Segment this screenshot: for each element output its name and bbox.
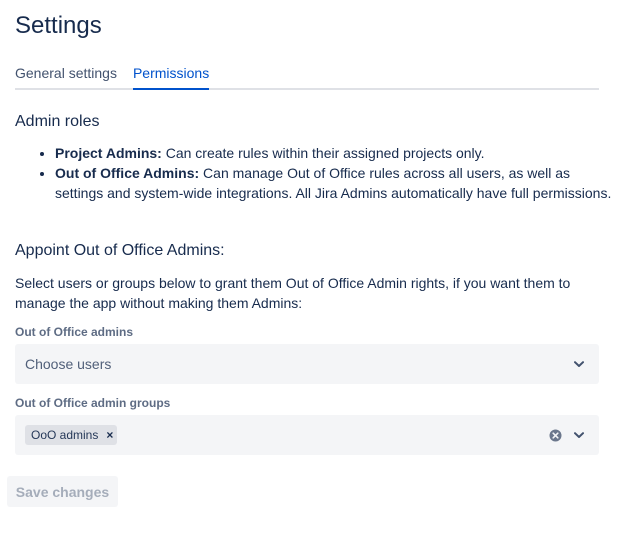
- appoint-description: Select users or groups below to grant th…: [15, 275, 571, 311]
- selected-group-tag: OoO admins ×: [25, 425, 118, 445]
- list-item: Out of Office Admins: Can manage Out of …: [55, 163, 615, 203]
- chevron-down-icon[interactable]: [569, 425, 589, 445]
- appoint-heading: Appoint Out of Office Admins:: [15, 242, 225, 259]
- page-title: Settings: [15, 12, 102, 39]
- admin-roles-heading: Admin roles: [15, 113, 100, 130]
- tag-label: OoO admins: [31, 428, 99, 442]
- admins-select-placeholder: Choose users: [25, 356, 112, 372]
- remove-tag-button[interactable]: ×: [106, 428, 113, 442]
- admin-roles-list: Project Admins: Can create rules within …: [15, 143, 615, 203]
- groups-field-label: Out of Office admin groups: [15, 396, 171, 410]
- list-item: Project Admins: Can create rules within …: [55, 143, 615, 163]
- role-term: Out of Office Admins:: [55, 165, 200, 181]
- tab-bar: General settings Permissions: [15, 60, 599, 90]
- groups-select[interactable]: OoO admins ×: [15, 415, 599, 455]
- tab-permissions[interactable]: Permissions: [132, 60, 210, 90]
- role-description: Can create rules within their assigned p…: [161, 145, 485, 161]
- tab-general-settings[interactable]: General settings: [15, 60, 117, 88]
- admins-field-label: Out of Office admins: [15, 325, 134, 339]
- clear-icon[interactable]: [545, 425, 565, 445]
- admins-select[interactable]: Choose users: [15, 344, 599, 384]
- role-term: Project Admins:: [55, 145, 162, 161]
- save-button[interactable]: Save changes: [7, 476, 118, 507]
- chevron-down-icon[interactable]: [569, 354, 589, 374]
